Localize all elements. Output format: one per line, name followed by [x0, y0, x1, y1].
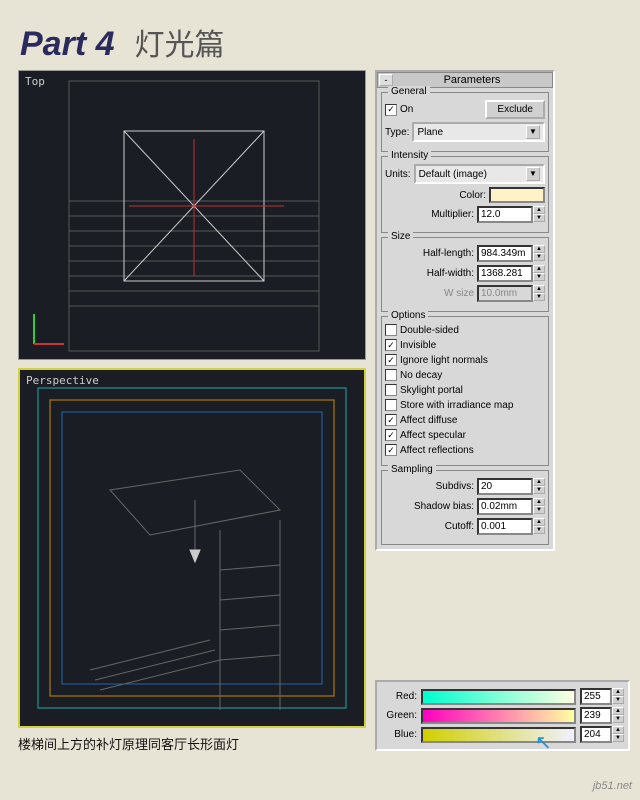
half-width-spinner[interactable]: ▲▼	[477, 265, 545, 282]
option-row: Double-sided	[385, 324, 545, 336]
option-row: ✓Invisible	[385, 339, 545, 351]
option-row: ✓Affect specular	[385, 429, 545, 441]
rgb-panel: Red: ▲▼ Green: ▲▼ Blue: ▲▼	[375, 680, 630, 751]
axis-gizmo-icon	[29, 309, 69, 349]
units-select[interactable]: Default (image) ▼	[414, 164, 545, 184]
group-sampling-title: Sampling	[388, 464, 436, 475]
option-checkbox[interactable]	[385, 324, 397, 336]
option-checkbox[interactable]	[385, 399, 397, 411]
spinner-down-icon[interactable]: ▼	[533, 214, 545, 222]
option-checkbox[interactable]: ✓	[385, 354, 397, 366]
option-label: Store with irradiance map	[400, 400, 513, 411]
exclude-button[interactable]: Exclude	[485, 100, 545, 119]
rollout-title: Parameters	[393, 74, 551, 86]
shadow-bias-label: Shadow bias:	[414, 501, 474, 512]
group-size-title: Size	[388, 231, 413, 242]
option-label: Skylight portal	[400, 385, 463, 396]
half-length-spinner[interactable]: ▲▼	[477, 245, 545, 262]
multiplier-label: Multiplier:	[431, 209, 474, 220]
group-size: Size Half-length: ▲▼ Half-width: ▲▼ W si…	[381, 237, 549, 312]
option-row: Store with irradiance map	[385, 399, 545, 411]
units-label: Units:	[385, 169, 411, 180]
option-checkbox[interactable]: ✓	[385, 339, 397, 351]
subdivs-spinner[interactable]: ▲▼	[477, 478, 545, 495]
type-select[interactable]: Plane ▼	[412, 122, 545, 142]
green-spinner[interactable]: ▲▼	[580, 707, 624, 724]
half-length-label: Half-length:	[423, 248, 474, 259]
on-label: On	[400, 104, 413, 115]
rollout-toggle-button[interactable]: -	[379, 74, 393, 86]
rgb-blue-row: Blue: ▲▼	[381, 726, 624, 743]
blue-slider[interactable]	[421, 727, 576, 743]
color-label: Color:	[459, 190, 486, 201]
chevron-down-icon: ▼	[526, 125, 540, 139]
watermark: jb51.net	[593, 780, 632, 792]
option-label: Double-sided	[400, 325, 459, 336]
blue-spinner[interactable]: ▲▼	[580, 726, 624, 743]
color-swatch[interactable]	[489, 187, 545, 203]
w-size-label: W size	[444, 288, 474, 299]
option-checkbox[interactable]	[385, 369, 397, 381]
option-label: Affect specular	[400, 430, 466, 441]
option-label: Ignore light normals	[400, 355, 488, 366]
w-size-spinner: ▲▼	[477, 285, 545, 302]
option-label: Invisible	[400, 340, 436, 351]
group-intensity-title: Intensity	[388, 150, 431, 161]
group-options-title: Options	[388, 310, 428, 321]
green-label: Green:	[381, 710, 417, 721]
units-value: Default (image)	[419, 169, 487, 180]
type-label: Type:	[385, 127, 409, 138]
red-label: Red:	[381, 691, 417, 702]
option-row: No decay	[385, 369, 545, 381]
option-row: ✓Affect diffuse	[385, 414, 545, 426]
subdivs-label: Subdivs:	[436, 481, 474, 492]
blue-label: Blue:	[381, 729, 417, 740]
viewport-caption: 楼梯间上方的补灯原理同客厅长形面灯	[18, 734, 366, 753]
parameters-panel: - Parameters General ✓ On Exclude Type: …	[375, 70, 555, 551]
option-label: Affect reflections	[400, 445, 474, 456]
multiplier-spinner[interactable]: ▲▼	[477, 206, 545, 223]
option-label: No decay	[400, 370, 442, 381]
viewport-top-label: Top	[25, 75, 45, 88]
red-spinner[interactable]: ▲▼	[580, 688, 624, 705]
group-options: Options Double-sided✓Invisible✓Ignore li…	[381, 316, 549, 466]
title-part: Part 4	[20, 25, 115, 64]
viewport-perspective[interactable]: Perspective	[18, 368, 366, 728]
shadow-bias-spinner[interactable]: ▲▼	[477, 498, 545, 515]
option-row: ✓Ignore light normals	[385, 354, 545, 366]
rgb-green-row: Green: ▲▼	[381, 707, 624, 724]
option-row: Skylight portal	[385, 384, 545, 396]
option-checkbox[interactable]: ✓	[385, 414, 397, 426]
viewport-top[interactable]: Top	[18, 70, 366, 360]
rgb-red-row: Red: ▲▼	[381, 688, 624, 705]
option-checkbox[interactable]	[385, 384, 397, 396]
spinner-up-icon[interactable]: ▲	[533, 206, 545, 214]
green-slider[interactable]	[421, 708, 576, 724]
viewport-perspective-label: Perspective	[26, 374, 99, 387]
chevron-down-icon: ▼	[526, 167, 540, 181]
half-width-label: Half-width:	[427, 268, 474, 279]
red-slider[interactable]	[421, 689, 576, 705]
option-row: ✓Affect reflections	[385, 444, 545, 456]
cursor-icon: ↖	[535, 730, 552, 755]
group-sampling: Sampling Subdivs: ▲▼ Shadow bias: ▲▼ Cut…	[381, 470, 549, 545]
group-general-title: General	[388, 86, 430, 97]
perspective-wireframe	[20, 370, 364, 724]
cutoff-spinner[interactable]: ▲▼	[477, 518, 545, 535]
title-subtitle: 灯光篇	[135, 20, 225, 64]
viewports: Top Perspective	[18, 70, 366, 753]
group-intensity: Intensity Units: Default (image) ▼ Color…	[381, 156, 549, 233]
page-title: Part 4 灯光篇	[20, 20, 225, 64]
option-checkbox[interactable]: ✓	[385, 429, 397, 441]
type-value: Plane	[417, 127, 443, 138]
cutoff-label: Cutoff:	[445, 521, 474, 532]
on-checkbox[interactable]: ✓	[385, 104, 397, 116]
option-label: Affect diffuse	[400, 415, 457, 426]
group-general: General ✓ On Exclude Type: Plane ▼	[381, 92, 549, 152]
top-wireframe	[19, 71, 365, 357]
multiplier-input[interactable]	[477, 206, 533, 223]
option-checkbox[interactable]: ✓	[385, 444, 397, 456]
